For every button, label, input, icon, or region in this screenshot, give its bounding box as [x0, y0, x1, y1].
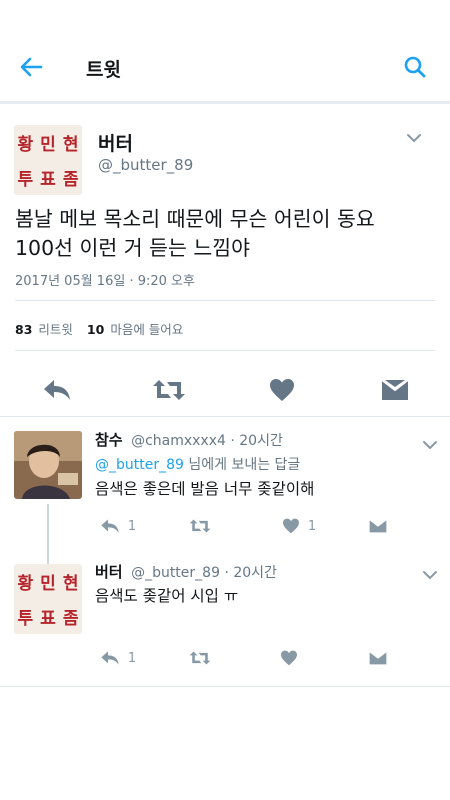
thread-line — [47, 504, 49, 550]
likes-stat[interactable]: 10 마음에 들어요 — [87, 319, 183, 338]
avatar[interactable]: 황 민 현 투 표 좀 — [14, 125, 82, 195]
tweet-menu-button[interactable] — [420, 568, 440, 582]
direct-message-button[interactable] — [378, 375, 412, 405]
avatar-char: 좀 — [62, 170, 79, 190]
heart-icon — [270, 379, 294, 401]
like-button[interactable] — [278, 646, 300, 670]
envelope-icon — [369, 519, 387, 533]
avatar-char: 민 — [40, 135, 56, 155]
tweet-text-line: 봄날 메보 목소리 때문에 무슨 어린이 동요 — [15, 207, 375, 231]
avatar-char: 표 — [40, 170, 56, 190]
reply-count: 1 — [127, 650, 137, 666]
author-name[interactable]: 버터 — [98, 129, 133, 156]
reply-text: 음색은 좋은데 발음 너무 좆같이해 — [95, 480, 315, 498]
reply-header: 버터 @_butter_89 · 20시간 — [95, 561, 277, 582]
reply-icon — [44, 380, 70, 400]
author-name[interactable]: 참수 — [95, 431, 123, 449]
back-button[interactable] — [14, 50, 48, 84]
retweet-icon — [153, 380, 185, 400]
chevron-down-icon — [407, 134, 421, 143]
reply-time: · 20시간 — [224, 565, 277, 581]
reply-time: · 20시간 — [230, 433, 283, 449]
reply-count: 1 — [127, 518, 137, 534]
reply-tweet[interactable]: 황 민 현 투 표 좀 버터 @_butter_89 · 20시간 음색도 좆같… — [0, 550, 450, 686]
heart-icon — [281, 650, 297, 666]
like-count: 1 — [307, 518, 317, 534]
avatar-char: 현 — [62, 574, 79, 594]
search-button[interactable] — [398, 50, 432, 84]
avatar-char: 투 — [17, 170, 34, 190]
author-handle[interactable]: @chamxxxx4 — [131, 433, 226, 449]
retweet-icon — [189, 651, 211, 665]
reply-button[interactable] — [40, 375, 74, 405]
direct-message-button[interactable] — [367, 514, 389, 538]
author-handle[interactable]: @_butter_89 — [131, 565, 220, 581]
reply-actions: 1 1 — [95, 514, 395, 538]
replying-to: @_butter_89 님에게 보내는 답글 — [95, 454, 300, 474]
avatar[interactable]: 황 민 현 투 표 좀 — [14, 564, 82, 634]
envelope-icon — [369, 651, 387, 665]
likes-label: 마음에 들어요 — [110, 322, 184, 337]
like-button[interactable] — [266, 375, 298, 405]
reply-header: 참수 @chamxxxx4 · 20시간 — [95, 429, 283, 450]
retweet-button[interactable] — [187, 514, 213, 538]
envelope-icon — [381, 379, 409, 400]
tweet-text-line: 100선 이런 거 듣는 느낌야 — [15, 236, 250, 260]
tweet-text: 봄날 메보 목소리 때문에 무슨 어린이 동요 100선 이런 거 듣는 느낌야 — [15, 205, 435, 263]
arrow-left-icon — [20, 57, 43, 77]
avatar[interactable] — [14, 431, 82, 499]
divider — [15, 300, 435, 301]
reply-actions: 1 — [95, 646, 395, 670]
top-app-bar: 트윗 — [0, 0, 450, 104]
reply-icon — [101, 651, 119, 665]
retweets-count: 83 — [15, 322, 33, 337]
tweet-menu-button[interactable] — [420, 438, 440, 452]
author-handle[interactable]: @_butter_89 — [98, 156, 193, 174]
retweet-button[interactable] — [187, 646, 213, 670]
thread-line — [47, 550, 49, 564]
avatar-char: 좀 — [62, 609, 79, 629]
avatar-char: 황 — [17, 574, 34, 594]
reply-button[interactable]: 1 — [95, 646, 141, 670]
page-title: 트윗 — [86, 59, 121, 81]
like-button[interactable]: 1 — [278, 514, 320, 538]
tweet-menu-button[interactable] — [404, 131, 424, 145]
divider — [0, 686, 450, 687]
user-photo-icon — [14, 431, 82, 499]
tweet-actions — [0, 365, 450, 415]
avatar-char: 현 — [62, 135, 79, 155]
reply-icon — [101, 519, 119, 533]
tweet-timestamp[interactable]: 2017년 05월 16일 · 9:20 오후 — [15, 270, 195, 289]
divider — [15, 350, 435, 351]
likes-count: 10 — [86, 322, 105, 337]
retweets-stat[interactable]: 83 리트윗 — [15, 319, 73, 338]
avatar-char: 투 — [17, 609, 34, 629]
reply-tweet[interactable]: 참수 @chamxxxx4 · 20시간 @_butter_89 님에게 보내는… — [0, 416, 450, 550]
chevron-down-icon — [423, 441, 437, 450]
search-icon — [404, 56, 426, 78]
mention-link[interactable]: @_butter_89 — [95, 457, 184, 473]
retweet-icon — [189, 519, 211, 533]
avatar-char: 민 — [40, 574, 56, 594]
reply-text: 음색도 좆같어 시입 ㅠ — [95, 587, 239, 605]
retweets-label: 리트윗 — [38, 322, 73, 337]
chevron-down-icon — [423, 571, 437, 580]
reply-button[interactable]: 1 — [95, 514, 141, 538]
author-name[interactable]: 버터 — [95, 563, 123, 581]
avatar-char: 황 — [17, 135, 34, 155]
heart-icon — [282, 518, 299, 534]
tweet-stats: 83 리트윗 10 마음에 들어요 — [15, 319, 183, 338]
replying-suffix: 님에게 보내는 답글 — [183, 457, 301, 473]
avatar-char: 표 — [40, 609, 56, 629]
direct-message-button[interactable] — [367, 646, 389, 670]
retweet-button[interactable] — [150, 375, 188, 405]
